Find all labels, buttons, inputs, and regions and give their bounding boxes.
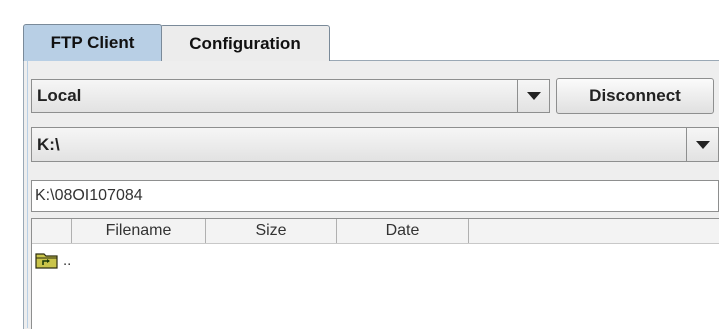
column-header-date[interactable]: Date — [337, 219, 469, 243]
table-row[interactable]: .. — [32, 248, 719, 272]
tab-configuration[interactable]: Configuration — [160, 25, 330, 61]
file-name: .. — [63, 251, 72, 269]
tab-ftp-client[interactable]: FTP Client — [23, 24, 162, 61]
drive-combo-value: K:\ — [37, 134, 60, 154]
disconnect-button[interactable]: Disconnect — [556, 78, 714, 114]
location-combo-arrow[interactable] — [517, 80, 549, 112]
column-header-filename[interactable]: Filename — [72, 219, 206, 243]
panel-divider — [27, 60, 28, 328]
chevron-down-icon — [695, 140, 710, 149]
column-header-filename-label: Filename — [105, 222, 172, 239]
chevron-down-icon — [526, 92, 541, 100]
location-combo[interactable]: Local — [31, 79, 550, 113]
drive-combo[interactable]: K:\ — [31, 127, 719, 162]
column-header-icon[interactable] — [32, 219, 72, 243]
parent-folder-icon — [35, 251, 59, 269]
column-header-size-label: Size — [255, 222, 287, 239]
file-table[interactable]: Filename Size Date .. — [31, 218, 719, 329]
location-combo-value: Local — [37, 86, 82, 105]
tab-configuration-label: Configuration — [189, 33, 301, 53]
tab-ftp-client-label: FTP Client — [50, 33, 135, 52]
table-header: Filename Size Date — [32, 219, 719, 244]
column-header-size[interactable]: Size — [206, 219, 337, 243]
column-header-date-label: Date — [385, 222, 420, 239]
path-field-value: K:\08OI107084 — [35, 187, 143, 204]
path-field[interactable]: K:\08OI107084 — [31, 180, 719, 212]
drive-combo-arrow[interactable] — [686, 128, 718, 161]
disconnect-button-label: Disconnect — [589, 86, 681, 105]
